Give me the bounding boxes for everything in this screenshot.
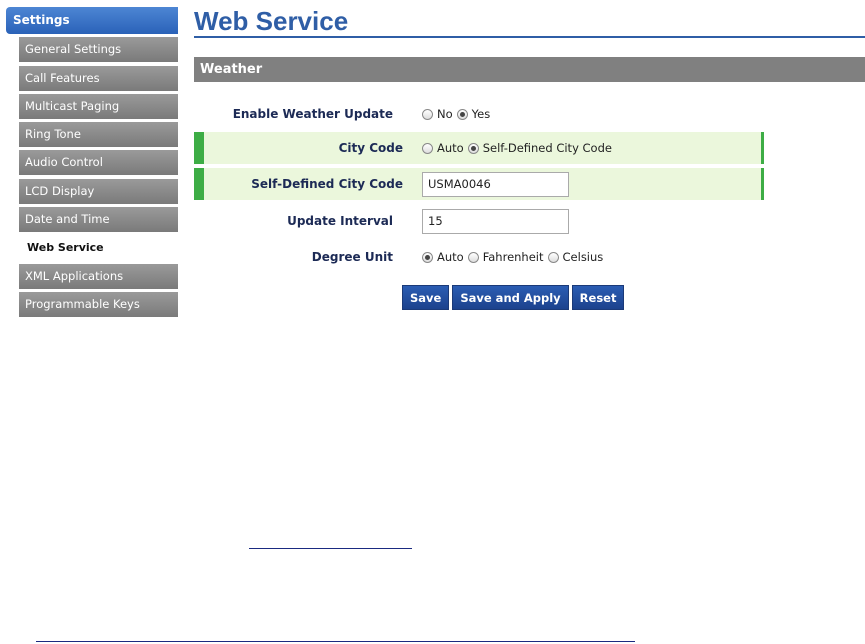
enable-weather-radio-group: No Yes xyxy=(422,98,494,130)
sidebar-item-multicast-paging[interactable]: Multicast Paging xyxy=(19,93,178,119)
sidebar-item-web-service[interactable]: Web Service xyxy=(19,235,178,261)
divider-line xyxy=(249,548,412,549)
sidebar-item-lcd-display[interactable]: LCD Display xyxy=(19,178,178,204)
city-code-auto-text: Auto xyxy=(437,141,464,155)
enable-weather-yes-text: Yes xyxy=(471,107,491,121)
enable-weather-no-radio[interactable] xyxy=(422,108,433,120)
enable-weather-yes-radio[interactable] xyxy=(456,108,468,120)
city-code-label: City Code xyxy=(338,141,403,155)
degree-unit-label: Degree Unit xyxy=(311,250,393,264)
city-code-radio-group: Auto Self-Defined City Code xyxy=(422,132,616,164)
save-button[interactable]: Save xyxy=(402,285,450,310)
city-code-self-defined-text: Self-Defined City Code xyxy=(482,141,612,155)
title-divider xyxy=(194,36,865,38)
sidebar-item-ring-tone[interactable]: Ring Tone xyxy=(19,122,178,148)
degree-unit-fahrenheit-radio[interactable] xyxy=(467,251,479,263)
degree-unit-auto-radio[interactable] xyxy=(422,251,433,263)
sidebar-item-xml-applications[interactable]: XML Applications xyxy=(19,263,178,289)
row-self-defined-city-code: Self-Defined City Code xyxy=(194,168,764,200)
reset-button[interactable]: Reset xyxy=(571,285,625,310)
row-city-code: City Code Auto Self-Defined City Code xyxy=(194,132,764,164)
update-interval-control xyxy=(422,205,569,237)
sidebar: Settings General Settings Call Features … xyxy=(6,7,178,317)
sidebar-item-call-features[interactable]: Call Features xyxy=(19,65,178,91)
city-code-self-defined-radio[interactable] xyxy=(467,142,479,154)
update-interval-input[interactable] xyxy=(422,208,569,234)
enable-weather-label: Enable Weather Update xyxy=(232,107,393,121)
self-defined-city-code-control xyxy=(422,168,569,200)
degree-unit-celsius-text: Celsius xyxy=(562,250,604,264)
sidebar-item-audio-control[interactable]: Audio Control xyxy=(19,150,178,176)
sidebar-item-date-and-time[interactable]: Date and Time xyxy=(19,207,178,233)
form-buttons: Save Save and Apply Reset xyxy=(402,285,625,310)
sidebar-header-settings[interactable]: Settings xyxy=(6,7,178,34)
degree-unit-fahrenheit-text: Fahrenheit xyxy=(482,250,544,264)
page-title: Web Service xyxy=(194,6,349,36)
degree-unit-celsius-radio[interactable] xyxy=(547,251,559,263)
update-interval-label: Update Interval xyxy=(287,214,393,228)
enable-weather-no-text: No xyxy=(437,107,453,121)
divider-line-bottom xyxy=(36,641,635,642)
sidebar-item-programmable-keys[interactable]: Programmable Keys xyxy=(19,291,178,317)
degree-unit-radio-group: Auto Fahrenheit Celsius xyxy=(422,241,607,273)
city-code-auto-radio[interactable] xyxy=(422,142,433,154)
save-and-apply-button[interactable]: Save and Apply xyxy=(452,285,569,310)
row-update-interval: Update Interval xyxy=(194,205,764,237)
section-header-weather: Weather xyxy=(194,57,865,82)
self-defined-city-code-label: Self-Defined City Code xyxy=(251,177,403,191)
row-enable-weather-update: Enable Weather Update No Yes xyxy=(194,98,764,130)
sidebar-item-general-settings[interactable]: General Settings xyxy=(19,37,178,63)
degree-unit-auto-text: Auto xyxy=(437,250,464,264)
self-defined-city-code-input[interactable] xyxy=(422,171,569,197)
row-degree-unit: Degree Unit Auto Fahrenheit Celsius xyxy=(194,241,764,273)
